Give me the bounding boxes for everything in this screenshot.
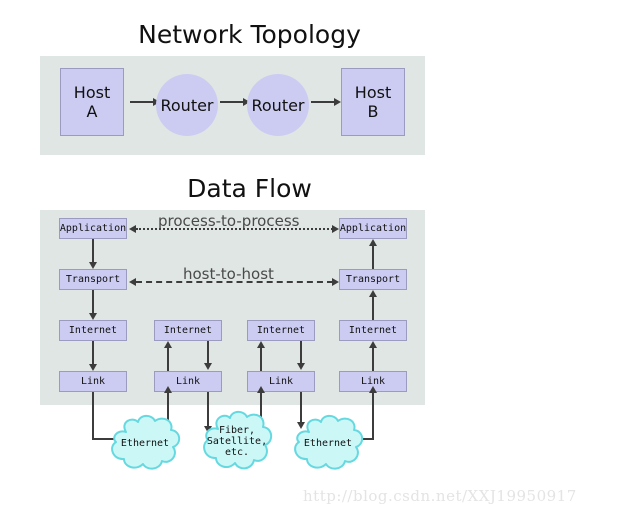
cloud-fiber-satellite-label: Fiber, Satellite, etc.: [206, 424, 268, 458]
topology-node-router-2-label: Router: [251, 95, 305, 115]
dataflow-c3-arrow-link-internet-head: [257, 341, 265, 348]
dataflow-host-b-application-label: Application: [339, 223, 407, 234]
dataflow-router-2-internet-label: Internet: [256, 325, 306, 336]
dataflow-c3-arrow-internet-link-line: [300, 341, 302, 364]
topology-node-router-1-label: Router: [160, 95, 214, 115]
dataflow-c2-arrow-link-internet-head: [164, 341, 172, 348]
dataflow-c4-arrow-link-internet-line: [372, 348, 374, 371]
dataflow-c2-arrow-link-internet-line: [167, 348, 169, 371]
dataflow-c4-arrow-internet-transport-head: [369, 290, 377, 297]
dataflow-host-a-application-label: Application: [59, 223, 127, 234]
dataflow-c4-media-line-v: [372, 392, 374, 438]
dataflow-router-1-internet-label: Internet: [163, 325, 213, 336]
dataflow-c2-arrow-internet-link-head: [204, 363, 212, 370]
dataflow-c3-arrow-internet-link-head: [297, 363, 305, 370]
dataflow-c4-arrow-transport-app-head: [369, 239, 377, 246]
topology-node-router-2: Router: [247, 74, 309, 136]
dataflow-c2-media-in-arrowhead: [164, 386, 172, 393]
dataflow-c1-arrow-internet-link-line: [92, 341, 94, 365]
dataflow-c1-arrow-app-transport-head: [89, 262, 97, 269]
topology-section-title: Network Topology: [138, 20, 361, 49]
dataflow-host-b-application-box: Application: [339, 218, 407, 239]
dataflow-router-1-internet-box: Internet: [154, 320, 222, 341]
cloud-ethernet-right-label: Ethernet: [303, 437, 353, 449]
dataflow-c3-media-in-arrowhead: [257, 386, 265, 393]
topology-link-1-line: [130, 101, 154, 103]
topology-node-host-a-label: Host A: [73, 83, 111, 121]
cloud-ethernet-left: Ethernet: [108, 414, 182, 472]
dataflow-host-to-host-arrowhead-right: [332, 278, 339, 286]
dataflow-c4-arrow-internet-transport-line: [372, 297, 374, 320]
dataflow-router-2-internet-box: Internet: [247, 320, 315, 341]
dataflow-process-to-process-line: [136, 228, 333, 230]
dataflow-host-to-host-line: [136, 281, 333, 283]
topology-link-3-line: [311, 101, 335, 103]
dataflow-process-to-process-arrowhead-left: [129, 225, 136, 233]
topology-node-host-b-label: Host B: [354, 83, 392, 121]
dataflow-c4-arrow-transport-app-line: [372, 246, 374, 269]
watermark-text: http://blog.csdn.net/XXJ19950917: [303, 487, 577, 505]
topology-link-2-line: [220, 101, 244, 103]
dataflow-host-a-application-box: Application: [59, 218, 127, 239]
dataflow-host-a-internet-box: Internet: [59, 320, 127, 341]
dataflow-host-b-internet-label: Internet: [348, 325, 398, 336]
dataflow-host-b-transport-box: Transport: [339, 269, 407, 290]
dataflow-c1-arrow-internet-link-head: [89, 364, 97, 371]
dataflow-host-a-internet-label: Internet: [68, 325, 118, 336]
dataflow-host-a-transport-label: Transport: [65, 274, 121, 285]
dataflow-router-2-link-label: Link: [268, 376, 294, 387]
dataflow-c4-arrow-link-internet-head: [369, 341, 377, 348]
dataflow-host-a-link-label: Link: [80, 376, 106, 387]
topology-node-host-a: Host A: [60, 68, 124, 136]
dataflow-router-1-link-label: Link: [175, 376, 201, 387]
dataflow-host-a-transport-box: Transport: [59, 269, 127, 290]
dataflow-c1-arrow-transport-internet-head: [89, 313, 97, 320]
dataflow-c1-media-line-v: [92, 392, 94, 440]
dataflow-c1-arrow-app-transport-line: [92, 239, 94, 263]
topology-link-3-arrowhead: [334, 98, 341, 106]
cloud-ethernet-right: Ethernet: [291, 414, 365, 472]
dataflow-process-to-process-arrowhead-right: [332, 225, 339, 233]
cloud-ethernet-left-label: Ethernet: [120, 437, 170, 449]
dataflow-c3-arrow-link-internet-line: [260, 348, 262, 371]
cloud-fiber-satellite: Fiber, Satellite, etc.: [200, 410, 274, 472]
dataflow-section-title: Data Flow: [187, 174, 312, 203]
dataflow-c2-arrow-internet-link-line: [207, 341, 209, 364]
dataflow-c4-media-arrowhead: [369, 386, 377, 393]
dataflow-host-a-link-box: Link: [59, 371, 127, 392]
dataflow-host-b-transport-label: Transport: [345, 274, 401, 285]
topology-node-host-b: Host B: [341, 68, 405, 136]
diagram-root: Network Topology Host A Router Router Ho…: [0, 0, 635, 520]
topology-node-router-1: Router: [156, 74, 218, 136]
dataflow-c1-arrow-transport-internet-line: [92, 290, 94, 314]
dataflow-host-to-host-arrowhead-left: [129, 278, 136, 286]
dataflow-host-b-internet-box: Internet: [339, 320, 407, 341]
